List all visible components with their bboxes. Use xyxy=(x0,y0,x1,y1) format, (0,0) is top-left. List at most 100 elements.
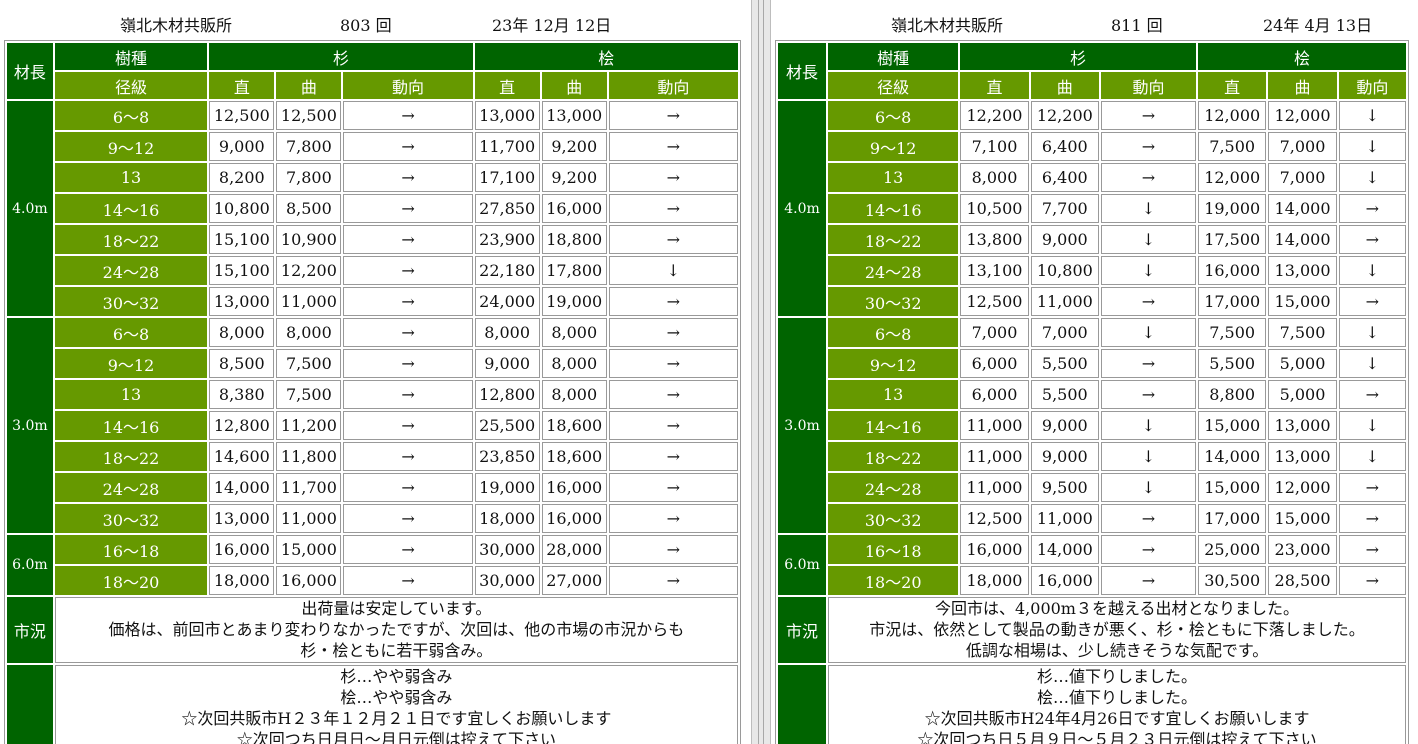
diameter-cell: 13 xyxy=(828,163,959,192)
market-notes: 出荷量は安定しています。 価格は、前回市とあまり変わりなかったですが、次回は、他の… xyxy=(54,597,738,663)
diameter-cell: 13 xyxy=(828,380,959,409)
report-header: 嶺北木材共販所 803 回 23年 12月 12日 xyxy=(0,0,751,40)
hinoki-straight-price: 13,000 xyxy=(474,101,540,130)
sugi-straight-price: 8,000 xyxy=(960,163,1029,192)
diameter-cell: 6～8 xyxy=(54,101,208,130)
hinoki-curved-price: 16,000 xyxy=(541,504,607,533)
market-note-line: 価格は、前回市とあまり変わりなかったですが、次回は、他の市場の市況からも xyxy=(108,620,685,639)
sugi-trend: ↓ xyxy=(1100,194,1197,223)
diameter-cell: 9～12 xyxy=(828,132,959,161)
sugi-curved-price: 11,200 xyxy=(276,411,342,440)
sugi-straight-price: 16,000 xyxy=(960,535,1029,564)
sugi-straight-price: 10,500 xyxy=(960,194,1029,223)
straight-header: 直 xyxy=(474,72,540,99)
sugi-trend: → xyxy=(343,504,473,533)
sugi-trend: → xyxy=(1100,287,1197,316)
sugi-trend: → xyxy=(343,132,473,161)
hinoki-straight-price: 27,850 xyxy=(474,194,540,223)
sugi-trend: → xyxy=(343,535,473,564)
hinoki-straight-price: 15,000 xyxy=(1198,411,1267,440)
hinoki-straight-price: 11,700 xyxy=(474,132,540,161)
hinoki-trend: ↓ xyxy=(1338,256,1406,285)
hinoki-straight-price: 7,500 xyxy=(1198,318,1267,347)
diameter-cell: 24～28 xyxy=(828,473,959,502)
hinoki-curved-price: 16,000 xyxy=(541,194,607,223)
hinoki-curved-price: 7,000 xyxy=(1268,132,1337,161)
footer-note-line: ☆次回つち日月日～月日元倒は控えて下さい xyxy=(236,730,556,744)
hinoki-curved-price: 28,500 xyxy=(1268,566,1337,595)
hinoki-straight-price: 25,000 xyxy=(1198,535,1267,564)
sugi-trend: → xyxy=(343,101,473,130)
session-number: 803 回 xyxy=(340,16,392,35)
hinoki-trend: → xyxy=(608,566,738,595)
table-row: 18～20 18,000 16,000 → 30,000 27,000 → xyxy=(7,566,738,595)
hinoki-curved-price: 28,000 xyxy=(541,535,607,564)
market-notes: 今回市は、4,000m３を越える出材となりました。 市況は、依然として製品の動きが… xyxy=(828,597,1406,663)
sugi-curved-price: 10,900 xyxy=(276,225,342,254)
table-row: 4.0m 6～8 12,500 12,500 → 13,000 13,000 → xyxy=(7,101,738,316)
table-row: 18～22 13,800 9,000 ↓ 17,500 14,000 → xyxy=(778,225,1406,254)
hinoki-straight-price: 22,180 xyxy=(474,256,540,285)
sugi-curved-price: 16,000 xyxy=(276,566,342,595)
sugi-trend: → xyxy=(343,349,473,378)
sugi-curved-price: 9,000 xyxy=(1030,411,1099,440)
session-number: 811 回 xyxy=(1111,16,1163,35)
table-row: 30～32 12,500 11,000 → 17,000 15,000 → xyxy=(778,504,1406,533)
diameter-cell: 30～32 xyxy=(828,287,959,316)
hinoki-straight-price: 12,000 xyxy=(1198,163,1267,192)
hinoki-curved-price: 7,000 xyxy=(1268,163,1337,192)
hinoki-header: 桧 xyxy=(474,43,738,70)
table-row: 24～28 15,100 12,200 → 22,180 17,800 ↓ xyxy=(7,256,738,285)
sugi-trend: → xyxy=(343,566,473,595)
market-note-line: 今回市は、4,000m３を越える出材となりました。 xyxy=(935,599,1300,618)
hinoki-trend: → xyxy=(608,101,738,130)
hinoki-curved-price: 18,600 xyxy=(541,411,607,440)
table-row: 14～16 11,000 9,000 ↓ 15,000 13,000 ↓ xyxy=(778,411,1406,440)
sugi-straight-price: 11,000 xyxy=(960,473,1029,502)
sugi-curved-price: 7,500 xyxy=(276,380,342,409)
sugi-curved-price: 6,400 xyxy=(1030,132,1099,161)
hinoki-straight-price: 19,000 xyxy=(1198,194,1267,223)
hinoki-curved-price: 5,000 xyxy=(1268,380,1337,409)
header-row: 径級直曲動向直曲動向 xyxy=(7,72,738,99)
curved-header: 曲 xyxy=(1030,72,1099,99)
sugi-trend: ↓ xyxy=(1100,442,1197,471)
sugi-trend: → xyxy=(343,442,473,471)
sugi-header: 杉 xyxy=(209,43,473,70)
trend-header: 動向 xyxy=(343,72,473,99)
sugi-curved-price: 8,000 xyxy=(276,318,342,347)
hinoki-curved-price: 15,000 xyxy=(1268,287,1337,316)
sugi-straight-price: 9,000 xyxy=(209,132,275,161)
curved-header: 曲 xyxy=(1268,72,1337,99)
hinoki-trend: → xyxy=(608,411,738,440)
hinoki-trend: → xyxy=(1338,566,1406,595)
diameter-header: 径級 xyxy=(54,72,208,99)
sugi-curved-price: 5,500 xyxy=(1030,380,1099,409)
market-note-line: 杉・桧ともに若干弱含み。 xyxy=(300,641,493,660)
diameter-cell: 9～12 xyxy=(54,132,208,161)
hinoki-straight-price: 17,500 xyxy=(1198,225,1267,254)
hinoki-curved-price: 9,200 xyxy=(541,132,607,161)
length-header: 材長 xyxy=(778,43,827,99)
sugi-trend: → xyxy=(343,225,473,254)
hinoki-trend: → xyxy=(608,349,738,378)
diameter-cell: 9～12 xyxy=(54,349,208,378)
left-report-pane[interactable]: 嶺北木材共販所 803 回 23年 12月 12日 材長 樹種杉桧径級直曲動向直曲… xyxy=(0,0,751,744)
table-row: 13 8,380 7,500 → 12,800 8,000 → xyxy=(7,380,738,409)
sugi-curved-price: 7,800 xyxy=(276,163,342,192)
sugi-trend: → xyxy=(343,287,473,316)
diameter-cell: 18～22 xyxy=(828,442,959,471)
hinoki-straight-price: 30,000 xyxy=(474,566,540,595)
table-row: 9～12 9,000 7,800 → 11,700 9,200 → xyxy=(7,132,738,161)
pane-splitter[interactable] xyxy=(751,0,771,744)
sugi-trend: → xyxy=(343,473,473,502)
market-row: 市況 出荷量は安定しています。 価格は、前回市とあまり変わりなかったですが、次回は、… xyxy=(7,597,738,663)
sugi-trend: ↓ xyxy=(1100,225,1197,254)
right-report-pane[interactable]: 嶺北木材共販所 811 回 24年 4月 13日 材長 樹種杉桧径級直曲動向直曲動… xyxy=(771,0,1418,744)
sugi-curved-price: 11,800 xyxy=(276,442,342,471)
sugi-straight-price: 6,000 xyxy=(960,380,1029,409)
splitter-grip[interactable] xyxy=(758,0,764,744)
hinoki-curved-price: 13,000 xyxy=(541,101,607,130)
hinoki-trend: → xyxy=(608,225,738,254)
sugi-straight-price: 8,380 xyxy=(209,380,275,409)
